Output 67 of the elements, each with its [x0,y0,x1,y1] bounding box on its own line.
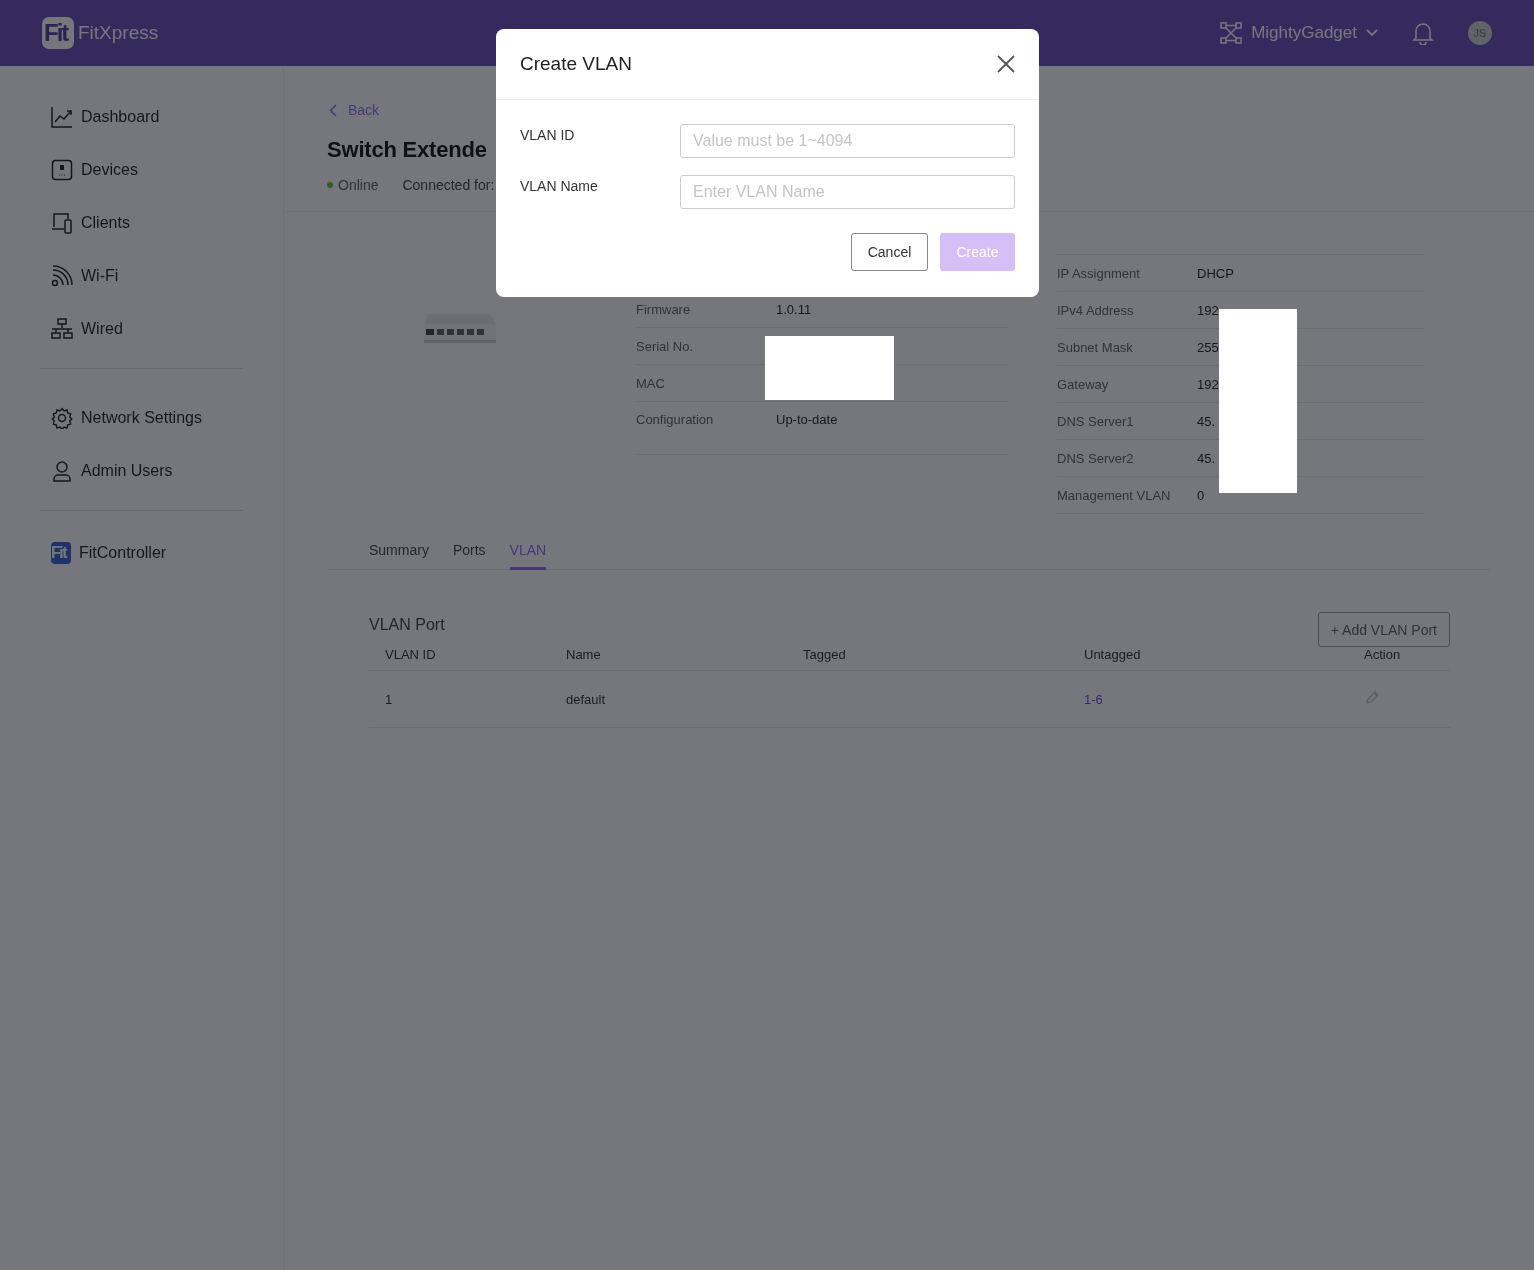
port-range-link[interactable]: 1-6 [1084,691,1103,707]
info-value: 0 [1197,487,1205,503]
info-value: 45. [1197,413,1216,429]
info-label: Gateway [1057,376,1110,392]
section-title: VLAN Port [369,616,445,635]
tab[interactable]: VLAN [509,538,547,570]
column-header: VLAN ID [369,641,550,671]
sidebar-item[interactable]: Devices [40,143,243,196]
organization-selector[interactable]: MightyGadget [1220,22,1378,44]
input-field[interactable]: Enter VLAN Name [680,175,1015,209]
connected-label: Connected for: [402,177,495,193]
chart-icon [51,105,73,128]
column-header: Tagged [787,641,1068,671]
laptop-phone-icon [51,211,73,234]
sidebar-item[interactable]: Network Settings [40,391,243,444]
network-topology-icon [51,317,73,340]
info-value: 1.0.11 [776,301,812,317]
tab[interactable]: Ports [452,538,486,570]
sidebar-item[interactable]: Clients [40,196,243,249]
controller-logo-icon: Fit [51,542,71,564]
column-header: Action [1348,641,1450,671]
info-label: Configuration [636,411,715,427]
input-field[interactable]: Value must be 1~4094 [680,124,1015,158]
field-label: VLAN Name [520,177,599,194]
device-icon [51,158,73,181]
device-title: Switch Extende [327,137,487,163]
info-label: IP Assignment [1057,265,1141,281]
user-icon [51,459,73,482]
info-label: Serial No. [636,338,695,354]
logo-mark: Fit [42,17,74,49]
table-cell: 1 [369,670,550,728]
info-label: Subnet Mask [1057,339,1134,355]
info-value: 192 [1197,302,1219,318]
sidebar-item[interactable]: Admin Users [40,444,243,497]
info-value: 192 [1197,376,1219,392]
info-label: MAC [636,375,666,391]
info-label: Firmware [636,301,692,317]
info-value: Up-to-date [776,411,838,427]
info-value: 255 [1197,339,1219,355]
back-link[interactable]: Back [327,102,1534,118]
chevron-down-icon [1366,29,1378,37]
add-vlan-port-button[interactable]: + Add VLAN Port [1317,612,1450,647]
app-name: FitXpress [78,22,159,44]
column-header: Untagged [1068,641,1348,671]
network-icon [1220,22,1243,44]
status-text: Online [338,177,379,193]
settings-icon [51,406,73,429]
cancel-button[interactable]: Cancel [851,233,928,271]
wifi-icon [51,264,73,287]
tab[interactable]: Summary [369,538,429,570]
info-value: DHCP [1197,265,1234,281]
dialog-title: Create VLAN [520,53,632,75]
chevron-left-icon [329,103,337,117]
info-label: IPv4 Address [1057,302,1135,318]
info-label: DNS Server2 [1057,450,1135,466]
field-label: VLAN ID [520,126,576,143]
controller-link[interactable]: Fit FitController [40,533,243,573]
info-label: Management VLAN [1057,487,1172,503]
info-label: DNS Server1 [1057,413,1135,429]
sidebar-item[interactable]: Dashboard [40,90,243,143]
sidebar-item[interactable]: Wired [40,302,243,355]
info-value: 45. [1197,450,1216,466]
bell-icon[interactable] [1412,21,1434,45]
table-cell: default [550,670,787,728]
close-icon[interactable] [996,54,1016,74]
sidebar-item[interactable]: Wi-Fi [40,249,243,302]
column-header: Name [550,641,787,671]
